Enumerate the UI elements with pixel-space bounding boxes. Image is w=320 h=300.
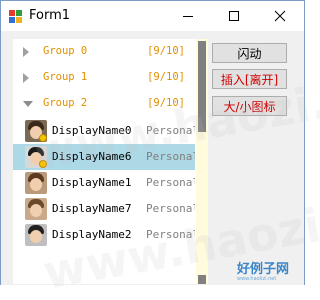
minimize-button[interactable] xyxy=(165,1,211,31)
personal-message: Personal M xyxy=(146,202,195,215)
group-name: Group 1 xyxy=(43,71,88,83)
contact-item[interactable]: DisplayName2 Personal M xyxy=(13,222,195,248)
group-name: Group 2 xyxy=(43,97,88,109)
maximize-icon xyxy=(229,11,239,21)
close-button[interactable] xyxy=(257,1,303,31)
minimize-icon xyxy=(183,16,193,17)
contact-item[interactable]: DisplayName1 Personal M xyxy=(13,170,195,196)
avatar xyxy=(25,198,47,220)
personal-message: Personal M xyxy=(146,124,195,137)
status-badge-icon xyxy=(39,160,47,168)
site-logo-text: 好例子网 xyxy=(237,262,290,277)
app-icon xyxy=(9,10,22,23)
main-window: Form1 Group 0 [9/10] Group 1 [9/10] Grou… xyxy=(0,0,320,300)
expand-arrow-icon[interactable] xyxy=(23,73,29,83)
display-name: DisplayName2 xyxy=(52,228,132,241)
personal-message: Personal M xyxy=(146,228,195,241)
avatar xyxy=(25,172,47,194)
avatar xyxy=(25,120,47,142)
title-bar[interactable]: Form1 xyxy=(1,1,304,31)
window-title: Form1 xyxy=(29,8,71,23)
group-name: Group 0 xyxy=(43,45,88,57)
group-row-2[interactable]: Group 2 [9/10] xyxy=(13,91,195,117)
site-logo: 好例子网 www.haolizi.net xyxy=(237,258,289,282)
display-name: DisplayName1 xyxy=(52,176,132,189)
collapse-arrow-icon[interactable] xyxy=(23,101,33,107)
avatar xyxy=(25,224,47,246)
flash-button[interactable]: 闪动 xyxy=(212,43,287,63)
expand-arrow-icon[interactable] xyxy=(23,47,29,57)
icon-size-button[interactable]: 大/小图标 xyxy=(212,96,287,116)
contact-item[interactable]: DisplayName7 Personal M xyxy=(13,196,195,222)
group-count: [9/10] xyxy=(147,97,185,109)
form-client-area: Group 0 [9/10] Group 1 [9/10] Group 2 [9… xyxy=(1,32,304,285)
contact-list[interactable]: Group 0 [9/10] Group 1 [9/10] Group 2 [9… xyxy=(13,39,208,284)
maximize-button[interactable] xyxy=(211,1,257,31)
status-badge-icon xyxy=(39,134,47,142)
display-name: DisplayName6 xyxy=(52,150,132,163)
personal-message: Personal M xyxy=(146,150,195,163)
group-row-0[interactable]: Group 0 [9/10] xyxy=(13,39,195,65)
scrollbar-bottom-thumb[interactable] xyxy=(198,275,206,284)
scrollbar-thumb[interactable] xyxy=(198,41,206,132)
group-row-1[interactable]: Group 1 [9/10] xyxy=(13,65,195,91)
contact-item-selected[interactable]: DisplayName6 Personal M xyxy=(13,144,195,170)
display-name: DisplayName7 xyxy=(52,202,132,215)
avatar xyxy=(25,146,47,168)
insert-away-button[interactable]: 插入[离开] xyxy=(212,69,287,89)
vertical-scrollbar[interactable] xyxy=(196,39,208,284)
group-count: [9/10] xyxy=(147,71,185,83)
personal-message: Personal M xyxy=(146,176,195,189)
contact-item[interactable]: DisplayName0 Personal M xyxy=(13,118,195,144)
group-count: [9/10] xyxy=(147,45,185,57)
close-icon xyxy=(274,10,286,22)
display-name: DisplayName0 xyxy=(52,124,132,137)
